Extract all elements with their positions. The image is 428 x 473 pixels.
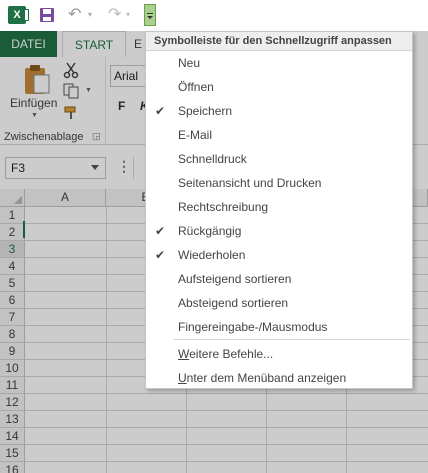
row-header[interactable]: 5 xyxy=(0,275,24,292)
cut-icon[interactable] xyxy=(62,61,80,79)
name-box[interactable]: F3 xyxy=(5,157,106,179)
checkmark-icon: ✔ xyxy=(155,248,166,262)
column-header-a[interactable]: A xyxy=(25,189,106,206)
row-header[interactable]: 4 xyxy=(0,258,24,275)
gridline xyxy=(25,393,428,394)
undo-dropdown-icon[interactable]: ▾ xyxy=(88,6,96,24)
menu-item-label: Speichern xyxy=(178,104,233,118)
row-header[interactable]: 12 xyxy=(0,394,24,411)
row-header[interactable]: 1 xyxy=(0,207,24,224)
menu-item[interactable]: Schnelldruck xyxy=(146,147,412,171)
row-header[interactable]: 15 xyxy=(0,445,24,462)
format-painter-icon[interactable] xyxy=(63,105,79,121)
chevron-down-icon xyxy=(147,13,153,19)
menu-item-label: Wiederholen xyxy=(178,248,246,262)
row-header[interactable]: 3 xyxy=(0,241,24,258)
gridline xyxy=(25,461,428,462)
menu-item[interactable]: Rechtschreibung xyxy=(146,195,412,219)
menu-item-label: Unter dem Menüband anzeigen xyxy=(178,371,347,385)
clipboard-group-label: Zwischenablage xyxy=(4,131,84,143)
row-header[interactable]: 11 xyxy=(0,377,24,394)
gridline xyxy=(25,444,428,445)
row-header[interactable]: 6 xyxy=(0,292,24,309)
menu-item-label: Rechtschreibung xyxy=(178,200,269,214)
menu-item-label: Neu xyxy=(178,56,201,70)
excel-icon[interactable]: X xyxy=(8,6,29,24)
menu-item[interactable]: Öffnen xyxy=(146,75,412,99)
gridline xyxy=(106,207,107,473)
menu-item-show-below-ribbon[interactable]: Unter dem Menüband anzeigen xyxy=(146,366,412,390)
row-header[interactable]: 7 xyxy=(0,309,24,326)
bold-button[interactable]: F xyxy=(118,99,125,113)
menu-item-label: Rückgängig xyxy=(178,224,242,238)
font-name-box[interactable]: Arial xyxy=(110,65,146,87)
row-header[interactable]: 13 xyxy=(0,411,24,428)
menu-item-label: Fingereingabe-/Mausmodus xyxy=(178,320,328,334)
divider xyxy=(133,157,134,179)
menu-item-label: Schnelldruck xyxy=(178,152,247,166)
menu-separator xyxy=(174,339,410,340)
select-all-icon xyxy=(14,196,22,204)
checkmark-icon: ✔ xyxy=(155,224,166,238)
customize-toolbar-icon[interactable] xyxy=(144,4,156,26)
menu-item[interactable]: Absteigend sortieren xyxy=(146,291,412,315)
tab-home[interactable]: START xyxy=(62,31,126,58)
menu-item[interactable]: ✔ Rückgängig xyxy=(146,219,412,243)
row-header[interactable]: 16 xyxy=(0,462,24,473)
menu-item[interactable]: ✔ Speichern xyxy=(146,99,412,123)
name-box-value: F3 xyxy=(11,161,26,175)
row-header[interactable]: 2 xyxy=(0,224,24,241)
menu-item-more-commands[interactable]: Weitere Befehle... xyxy=(146,342,412,366)
chevron-down-icon[interactable]: ▼ xyxy=(31,112,38,119)
gridline xyxy=(25,410,428,411)
checkmark-icon: ✔ xyxy=(155,104,166,118)
quick-access-toolbar: X ↶ ▾ ↷ ▾ xyxy=(0,0,428,31)
menu-item-label: Absteigend sortieren xyxy=(178,296,289,310)
chevron-down-icon[interactable]: ▼ xyxy=(85,87,92,94)
row-header[interactable]: 8 xyxy=(0,326,24,343)
menu-item-label: E-Mail xyxy=(178,128,213,142)
menu-item-label: Seitenansicht und Drucken xyxy=(178,176,322,190)
copy-icon[interactable] xyxy=(62,83,80,99)
menu-item-label: Öffnen xyxy=(178,80,214,94)
redo-dropdown-icon[interactable]: ▾ xyxy=(126,6,134,24)
gridline xyxy=(25,427,428,428)
select-all-button[interactable] xyxy=(0,189,25,206)
row-header[interactable]: 10 xyxy=(0,360,24,377)
clipboard-group: Einfügen ▼ ▼ Zwischenablage ◲ xyxy=(0,57,106,144)
undo-icon[interactable]: ↶ xyxy=(68,6,86,24)
menu-item[interactable]: Neu xyxy=(146,51,412,75)
dialog-launcher-icon[interactable]: ◲ xyxy=(92,131,101,142)
customize-quick-access-menu: Symbolleiste für den Schnellzugriff anpa… xyxy=(145,31,413,389)
redo-icon[interactable]: ↷ xyxy=(108,6,126,24)
menu-item[interactable]: ✔ Wiederholen xyxy=(146,243,412,267)
menu-title: Symbolleiste für den Schnellzugriff anpa… xyxy=(146,32,412,51)
chevron-down-icon[interactable] xyxy=(91,165,99,170)
menu-item[interactable]: E-Mail xyxy=(146,123,412,147)
row-header[interactable]: 14 xyxy=(0,428,24,445)
paste-icon[interactable] xyxy=(22,63,52,97)
menu-item[interactable]: Seitenansicht und Drucken xyxy=(146,171,412,195)
menu-item-label: Weitere Befehle... xyxy=(178,347,274,361)
tab-file[interactable]: DATEI xyxy=(0,31,57,57)
menu-item[interactable]: Fingereingabe-/Mausmodus xyxy=(146,315,412,339)
save-icon[interactable] xyxy=(38,6,56,24)
menu-item-label: Aufsteigend sortieren xyxy=(178,272,292,286)
formula-bar-grip-icon[interactable]: ⋮ xyxy=(117,158,131,175)
row-headers: 1 2 3 4 5 6 7 8 9 10 11 12 13 14 15 16 xyxy=(0,207,25,473)
menu-item[interactable]: Aufsteigend sortieren xyxy=(146,267,412,291)
paste-button[interactable]: Einfügen xyxy=(10,96,57,110)
row-header[interactable]: 9 xyxy=(0,343,24,360)
